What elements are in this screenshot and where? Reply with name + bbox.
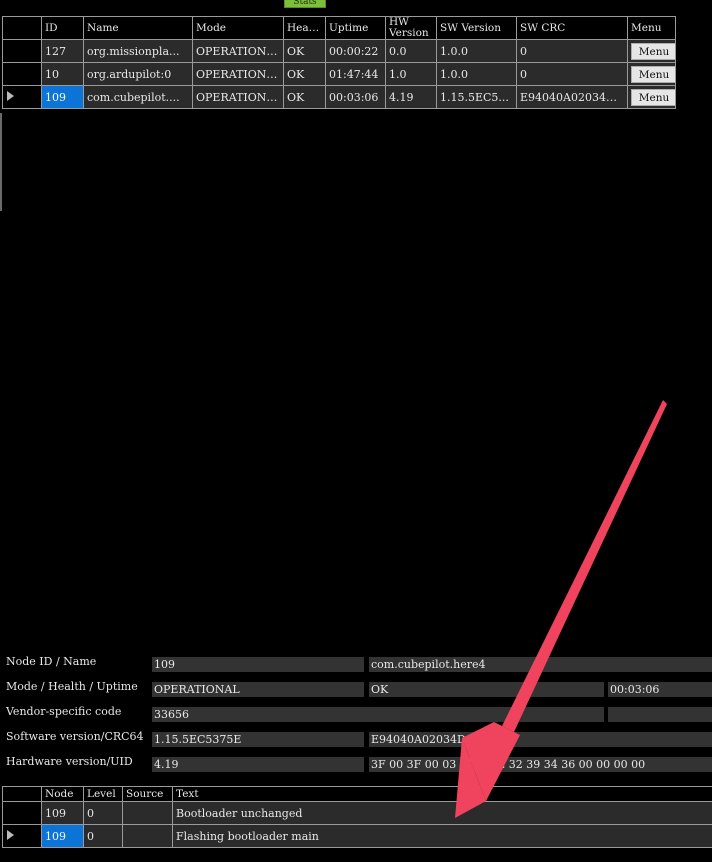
annotation-arrow-icon [455,400,667,818]
arrow-shaft [502,400,667,732]
